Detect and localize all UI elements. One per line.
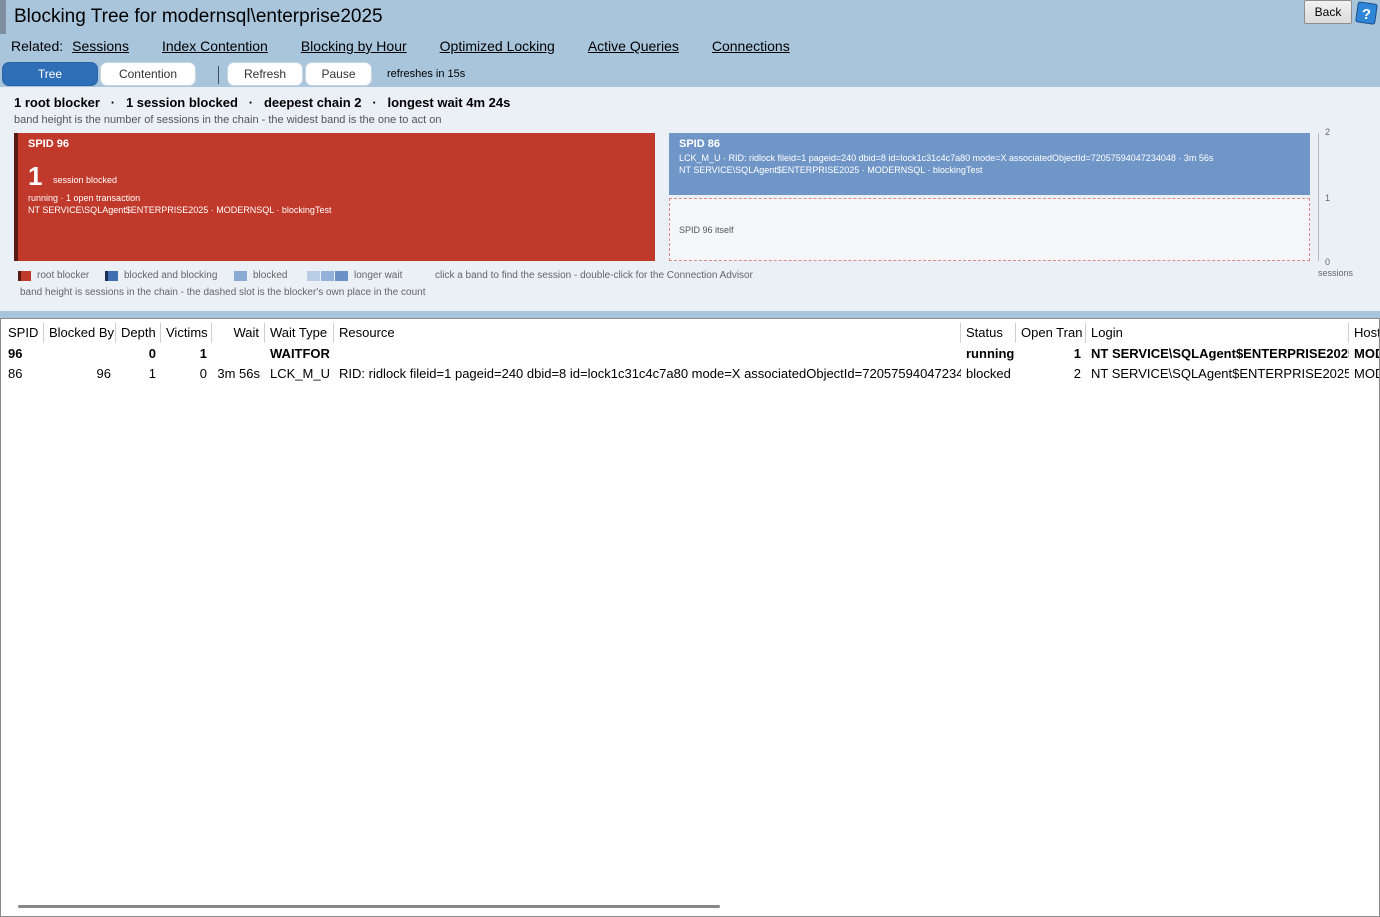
summary-subtitle: band height is the number of sessions in…	[14, 114, 442, 126]
cell-status: blocked	[966, 366, 1011, 381]
legend-swatch-blocked-and-blocking	[105, 270, 118, 281]
related-link-optimized-locking[interactable]: Optimized Locking	[440, 38, 555, 54]
cell-open-tran: 2	[1073, 366, 1081, 381]
cell-status: running	[966, 346, 1015, 361]
cell-victims: 1	[199, 346, 207, 361]
band-root-login: NT SERVICE\SQLAgent$ENTERPRISE2025 · MOD…	[28, 205, 332, 215]
grid-header-row: SPID Blocked By Depth Victims Wait Wait …	[1, 323, 1379, 343]
col-header-open-tran[interactable]: Open Tran	[1016, 323, 1086, 343]
cell-spid: 96	[8, 346, 23, 361]
legend-swatch-wait-1	[307, 270, 320, 281]
band-self-label: SPID 96 itself	[679, 225, 734, 235]
cell-login: NT SERVICE\SQLAgent$ENTERPRISE2025	[1091, 346, 1349, 361]
legend-swatch-root	[18, 270, 31, 281]
band-root-title: SPID 96	[28, 138, 69, 150]
cell-wait-type: LCK_M_U	[270, 366, 330, 381]
panel-divider	[0, 311, 1380, 318]
band-root-count-label: session blocked	[53, 175, 118, 185]
band-blocked-title: SPID 86	[679, 138, 720, 150]
col-header-status[interactable]: Status	[961, 323, 1016, 343]
col-header-spid[interactable]: SPID	[3, 323, 44, 343]
related-link-connections[interactable]: Connections	[712, 38, 790, 54]
cell-depth: 1	[148, 366, 156, 381]
sessions-axis	[1318, 133, 1319, 261]
svg-text:?: ?	[1362, 6, 1371, 23]
axis-label-0: 0	[1325, 257, 1331, 267]
cell-open-tran: 1	[1073, 346, 1081, 361]
legend-footnote: band height is sessions in the chain - t…	[20, 287, 426, 298]
related-link-sessions[interactable]: Sessions	[72, 38, 129, 54]
col-header-login[interactable]: Login	[1086, 323, 1349, 343]
cell-host: MODERNSQL	[1354, 366, 1379, 381]
legend-swatch-blocked	[234, 270, 247, 281]
cell-blocked-by	[44, 344, 116, 364]
band-root-status: running · 1 open transaction	[28, 193, 141, 203]
cell-resource	[334, 344, 961, 364]
table-row[interactable]: 86 96 1 0 3m 56s LCK_M_U RID: ridlock fi…	[1, 364, 1379, 384]
cell-victims: 0	[199, 366, 207, 381]
legend-root-blocker: root blocker	[18, 270, 89, 281]
col-header-blocked-by[interactable]: Blocked By	[44, 323, 116, 343]
help-icon[interactable]: ?	[1355, 1, 1378, 25]
cell-blocked-by: 96	[96, 366, 111, 381]
table-row[interactable]: 96 0 1 WAITFOR running 1 NT SERVICE\SQLA…	[1, 344, 1379, 364]
legend-longer-wait: longer wait	[307, 270, 402, 281]
band-blocked-detail: LCK_M_U · RID: ridlock fileid=1 pageid=2…	[679, 153, 1214, 163]
related-link-blocking-by-hour[interactable]: Blocking by Hour	[301, 38, 407, 54]
legend-swatch-wait-2	[321, 270, 334, 281]
legend-label-root: root blocker	[37, 270, 90, 281]
header-accent-stripe	[0, 0, 6, 34]
col-header-wait-type[interactable]: Wait Type	[265, 323, 334, 343]
cell-resource: RID: ridlock fileid=1 pageid=240 dbid=8 …	[339, 366, 961, 381]
col-header-wait[interactable]: Wait	[212, 323, 265, 343]
axis-unit-label: sessions	[1318, 268, 1354, 278]
cell-depth: 0	[148, 346, 156, 361]
cell-login: NT SERVICE\SQLAgent$ENTERPRISE2025	[1091, 366, 1349, 381]
related-links: Related: Sessions Index Contention Block…	[11, 38, 823, 54]
band-blocker-self-slot: SPID 96 itself	[669, 198, 1310, 261]
pause-button[interactable]: Pause	[305, 62, 372, 86]
cell-spid: 86	[8, 366, 23, 381]
band-root-blocker[interactable]: SPID 96 1 session blocked running · 1 op…	[14, 133, 655, 261]
related-label: Related:	[11, 38, 64, 54]
cell-host: MODERNSQL	[1354, 346, 1379, 361]
refresh-countdown: refreshes in 15s	[387, 68, 466, 80]
cell-wait	[212, 344, 265, 364]
horizontal-scrollbar[interactable]	[18, 905, 720, 908]
legend-click-hint: click a band to find the session - doubl…	[435, 270, 753, 281]
band-blocked-login: NT SERVICE\SQLAgent$ENTERPRISE2025 · MOD…	[679, 165, 983, 175]
related-link-active-queries[interactable]: Active Queries	[588, 38, 679, 54]
blocking-grid[interactable]: SPID Blocked By Depth Victims Wait Wait …	[0, 318, 1380, 917]
legend-blocked: blocked	[234, 270, 287, 281]
col-header-resource[interactable]: Resource	[334, 323, 961, 343]
tab-contention[interactable]: Contention	[100, 62, 196, 86]
legend-label-longer-wait: longer wait	[354, 270, 403, 281]
tab-tree[interactable]: Tree	[2, 62, 98, 86]
axis-label-1: 1	[1325, 193, 1331, 203]
cell-wait-type: WAITFOR	[270, 346, 330, 361]
related-link-index-contention[interactable]: Index Contention	[162, 38, 268, 54]
legend-blocked-and-blocking: blocked and blocking	[105, 270, 217, 281]
page-title: Blocking Tree for modernsql\enterprise20…	[14, 6, 383, 27]
legend-label-blocked-and-blocking: blocked and blocking	[124, 270, 218, 281]
col-header-depth[interactable]: Depth	[116, 323, 161, 343]
band-root-edge	[14, 133, 18, 261]
summary-line: 1 root blocker · 1 session blocked · dee…	[14, 95, 511, 110]
col-header-victims[interactable]: Victims	[161, 323, 212, 343]
axis-label-2: 2	[1325, 127, 1331, 137]
cell-wait: 3m 56s	[217, 366, 260, 381]
legend-label-blocked: blocked	[253, 270, 288, 281]
refresh-button[interactable]: Refresh	[227, 62, 303, 86]
toolbar-separator	[218, 66, 219, 84]
back-button[interactable]: Back	[1304, 0, 1352, 24]
legend-swatch-wait-3	[335, 270, 348, 281]
band-blocked-session[interactable]: SPID 86 LCK_M_U · RID: ridlock fileid=1 …	[669, 133, 1310, 195]
band-root-count: 1	[28, 161, 43, 191]
col-header-host[interactable]: Host	[1349, 323, 1379, 343]
